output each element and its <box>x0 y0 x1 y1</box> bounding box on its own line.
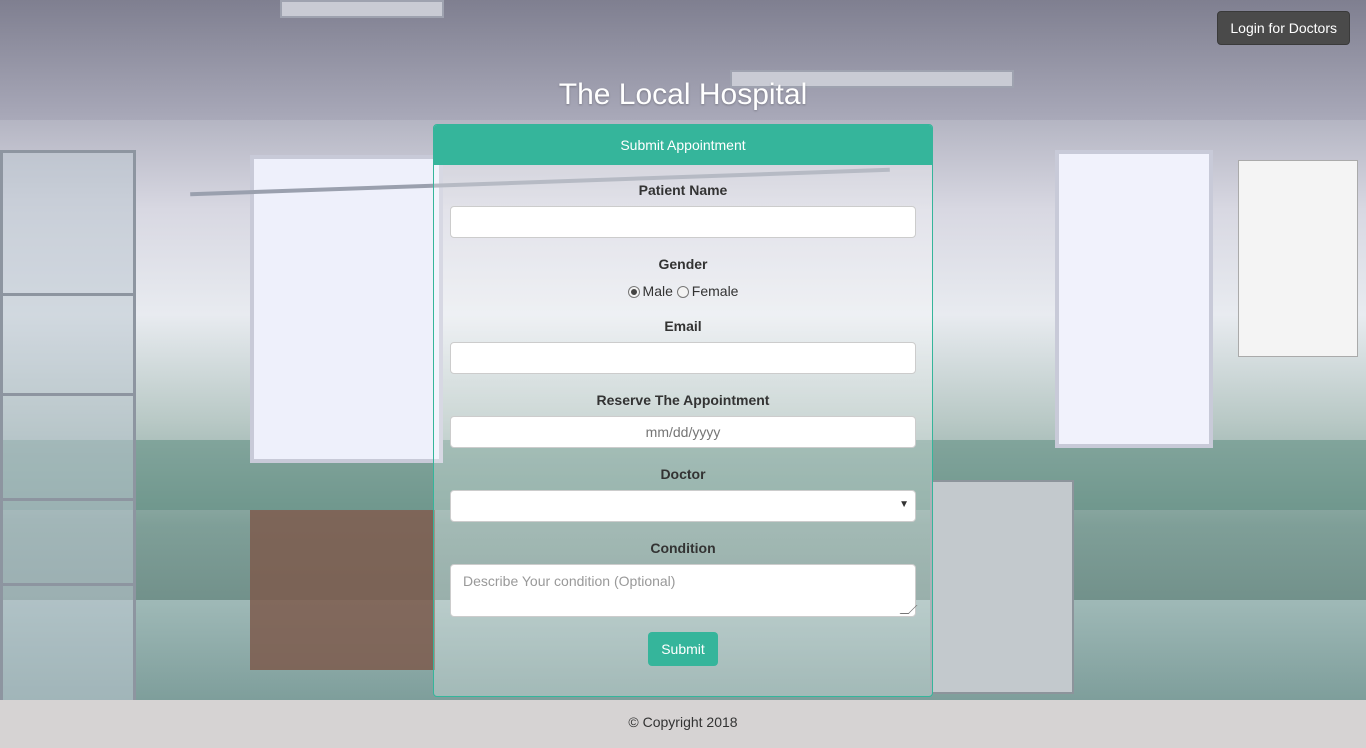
copyright-text: © Copyright 2018 <box>628 714 738 730</box>
email-input[interactable] <box>450 342 916 374</box>
eye-chart-decoration <box>1238 160 1358 357</box>
login-for-doctors-button[interactable]: Login for Doctors <box>1217 11 1350 45</box>
gender-label: Gender <box>658 256 708 272</box>
window-decoration <box>1055 150 1213 448</box>
gender-male-label: Male <box>642 283 673 299</box>
patient-name-label: Patient Name <box>638 182 728 198</box>
condition-placeholder: Describe Your condition (Optional) <box>463 573 676 589</box>
patient-name-input[interactable] <box>450 206 916 238</box>
condition-label: Condition <box>650 540 716 556</box>
appointment-date-input[interactable] <box>450 416 916 448</box>
page-title: The Local Hospital <box>558 78 808 111</box>
doctor-label: Doctor <box>660 466 706 482</box>
resize-handle-icon[interactable] <box>899 605 918 614</box>
panel-title: Submit Appointment <box>434 125 932 165</box>
appointment-date-label: Reserve The Appointment <box>596 392 770 408</box>
footer: © Copyright 2018 <box>0 700 1366 748</box>
desk-decoration <box>930 480 1074 694</box>
condition-textarea[interactable]: Describe Your condition (Optional) <box>450 564 918 617</box>
email-label: Email <box>664 318 702 334</box>
dropdown-arrow-icon: ▼ <box>899 499 909 510</box>
gender-female-radio[interactable] <box>676 286 689 299</box>
ceiling-lamp-decoration <box>280 0 444 18</box>
gender-female-label: Female <box>691 283 739 299</box>
bed-decoration <box>250 510 435 670</box>
cabinet-decoration <box>0 150 136 700</box>
doctor-select[interactable]: ▼ <box>450 490 916 522</box>
window-decoration <box>250 155 443 463</box>
gender-radio-group: Male Female <box>434 283 932 299</box>
appointment-form-panel: Submit Appointment Patient Name Gender M… <box>433 124 933 697</box>
gender-male-radio[interactable] <box>627 286 640 299</box>
submit-button[interactable]: Submit <box>648 632 718 666</box>
